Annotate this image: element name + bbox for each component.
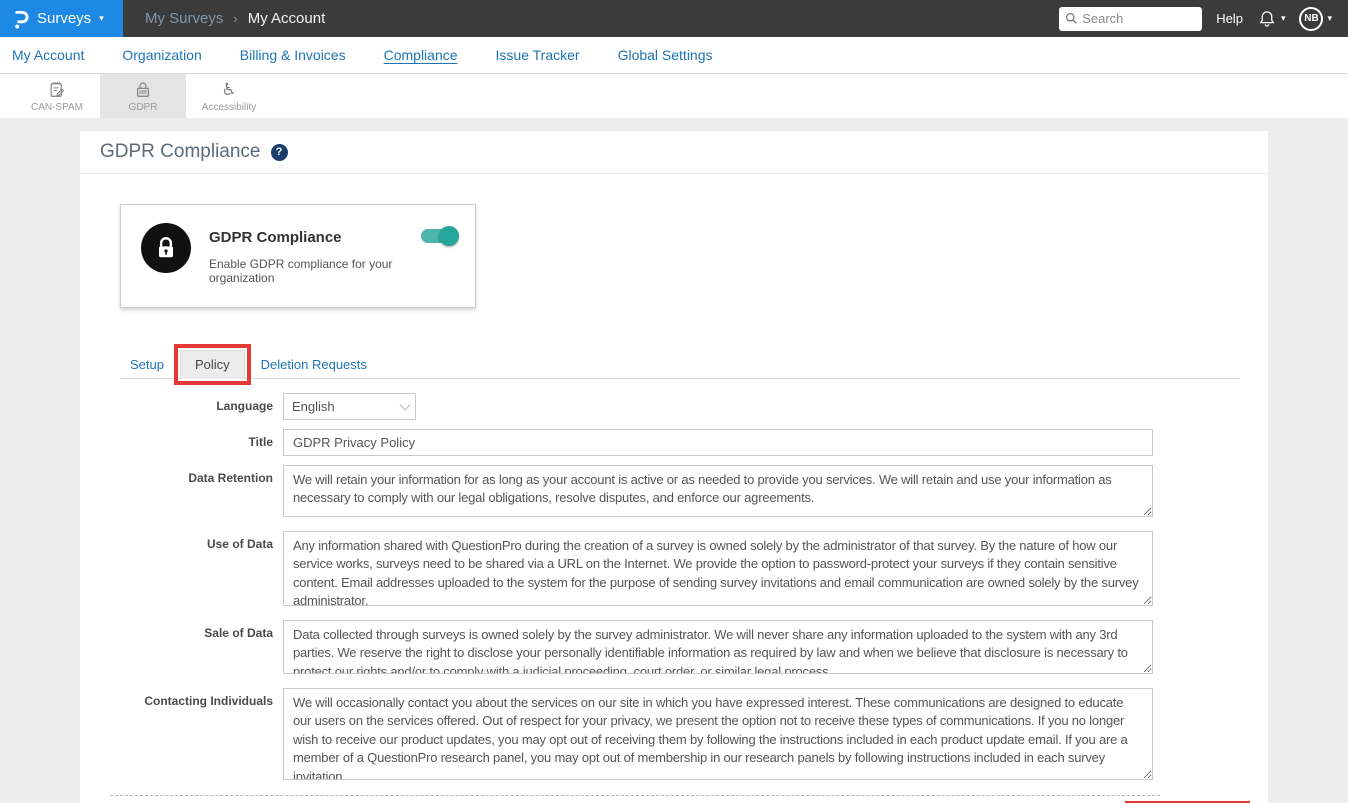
help-icon[interactable]: ? [271,144,288,161]
use-of-data-textarea[interactable]: Any information shared with QuestionPro … [283,531,1153,606]
tab-can-spam[interactable]: CAN-SPAM [14,74,100,118]
nav-billing-invoices[interactable]: Billing & Invoices [240,47,346,63]
data-retention-label: Data Retention [80,465,283,522]
sale-of-data-label: Sale of Data [80,620,283,679]
language-select[interactable]: English [283,393,416,420]
search-input[interactable] [1082,11,1192,26]
chevron-down-icon [399,399,410,410]
product-name: Surveys [37,10,91,27]
tab-label: Accessibility [202,102,256,113]
questionpro-logo-icon [12,8,29,30]
breadcrumb-separator: › [233,11,237,26]
toggle-knob [439,226,459,246]
contacting-individuals-textarea[interactable]: We will occasionally contact you about t… [283,688,1153,780]
header-actions: Help ▾ NB ▾ [1059,7,1348,31]
tab-gdpr[interactable]: GDPR [100,74,186,118]
policy-tab-bar: Setup Policy Deletion Requests [120,344,1240,379]
use-of-data-label: Use of Data [80,531,283,611]
accessibility-icon: ♿ [221,80,236,100]
form-row-sale-of-data: Sale of Data Data collected through surv… [80,620,1268,679]
compliance-icon-tabs: CAN-SPAM GDPR ♿ Accessibility [0,74,1348,118]
gdpr-compliance-card: GDPR Compliance Enable GDPR compliance f… [120,204,476,308]
gdpr-compliance-panel: GDPR Compliance ? GDPR Compliance Enable… [80,131,1268,803]
breadcrumb-my-surveys[interactable]: My Surveys [145,10,223,27]
card-text: GDPR Compliance Enable GDPR compliance f… [209,223,457,285]
title-input[interactable] [283,429,1153,456]
tab-label: GDPR [129,102,158,113]
bell-icon [1257,9,1277,29]
gdpr-lock-icon [133,80,153,100]
tab-label: CAN-SPAM [31,102,83,113]
notifications-button[interactable]: ▾ [1257,9,1286,29]
breadcrumb: My Surveys › My Account [145,10,325,27]
form-row-contacting-individuals: Contacting Individuals We will occasiona… [80,688,1268,785]
product-switcher[interactable]: Surveys ▾ [0,0,123,37]
data-retention-textarea[interactable]: We will retain your information for as l… [283,465,1153,517]
page-title: GDPR Compliance [100,141,261,163]
search-icon [1065,12,1078,25]
account-menu[interactable]: NB ▾ [1299,7,1332,31]
form-actions: Save Changes [80,796,1268,803]
nav-compliance[interactable]: Compliance [384,47,458,63]
nav-organization[interactable]: Organization [122,47,201,63]
form-row-language: Language English [80,393,1268,420]
form-row-use-of-data: Use of Data Any information shared with … [80,531,1268,611]
title-label: Title [80,429,283,456]
nav-issue-tracker[interactable]: Issue Tracker [496,47,580,63]
chevron-down-icon: ▾ [1281,14,1286,23]
language-selected-value: English [292,399,335,414]
avatar[interactable]: NB [1299,7,1323,31]
form-row-title: Title [80,429,1268,456]
annotation-highlight-policy: Policy [174,344,251,385]
card-subtitle: Enable GDPR compliance for your organiza… [209,257,457,285]
nav-my-account[interactable]: My Account [12,47,84,63]
breadcrumb-my-account: My Account [248,10,326,27]
tab-policy[interactable]: Policy [180,350,245,379]
gdpr-enable-toggle[interactable] [421,229,457,243]
policy-form: Language English Title Data Retention We [80,393,1268,785]
panel-header: GDPR Compliance ? [80,131,1268,174]
help-link[interactable]: Help [1216,11,1243,26]
top-header: Surveys ▾ My Surveys › My Account Help ▾… [0,0,1348,37]
nav-global-settings[interactable]: Global Settings [618,47,713,63]
account-nav: My Account Organization Billing & Invoic… [0,37,1348,74]
card-title: GDPR Compliance [209,229,457,246]
sale-of-data-textarea[interactable]: Data collected through surveys is owned … [283,620,1153,674]
tab-setup[interactable]: Setup [120,351,174,378]
language-label: Language [80,393,283,420]
form-row-data-retention: Data Retention We will retain your infor… [80,465,1268,522]
chevron-down-icon: ▾ [99,14,104,23]
tab-accessibility[interactable]: ♿ Accessibility [186,74,272,118]
page-body: GDPR Compliance ? GDPR Compliance Enable… [0,118,1348,803]
contacting-individuals-label: Contacting Individuals [80,688,283,785]
canspam-note-icon [47,80,67,100]
search-box [1059,7,1202,31]
lock-badge-icon [141,223,191,273]
chevron-down-icon: ▾ [1327,14,1332,23]
tab-deletion-requests[interactable]: Deletion Requests [251,351,377,378]
